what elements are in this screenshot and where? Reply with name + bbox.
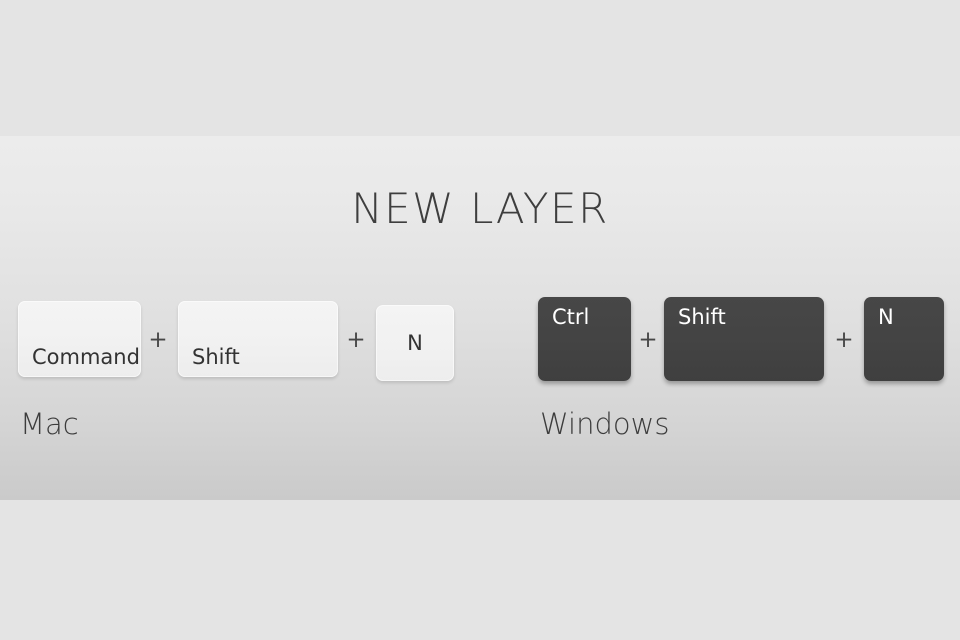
- key-shift-mac-label: Shift: [192, 345, 240, 369]
- page-title: NEW LAYER: [351, 184, 609, 233]
- plus-separator-mac-1: +: [148, 327, 168, 353]
- plus-separator-win-2: +: [834, 327, 854, 353]
- key-n-mac[interactable]: N: [376, 305, 454, 381]
- platform-label-windows: Windows: [540, 407, 670, 441]
- plus-separator-win-1: +: [638, 327, 658, 353]
- key-ctrl-label: Ctrl: [552, 305, 590, 329]
- key-shift-mac[interactable]: Shift: [178, 301, 338, 377]
- key-ctrl[interactable]: Ctrl: [538, 297, 631, 381]
- key-shift-win[interactable]: Shift: [664, 297, 824, 381]
- background-band-bottom: [0, 500, 960, 640]
- plus-separator-mac-2: +: [346, 327, 366, 353]
- key-n-mac-label: N: [407, 331, 423, 355]
- key-command[interactable]: Command: [18, 301, 141, 377]
- platform-label-mac: Mac: [20, 407, 79, 441]
- key-n-win-label: N: [878, 305, 894, 329]
- key-n-win[interactable]: N: [864, 297, 944, 381]
- shortcut-card: NEW LAYER Command + Shift + N Mac Ctrl +: [0, 0, 960, 640]
- background-band-top: [0, 0, 960, 136]
- key-shift-win-label: Shift: [678, 305, 726, 329]
- key-command-label: Command: [32, 345, 140, 369]
